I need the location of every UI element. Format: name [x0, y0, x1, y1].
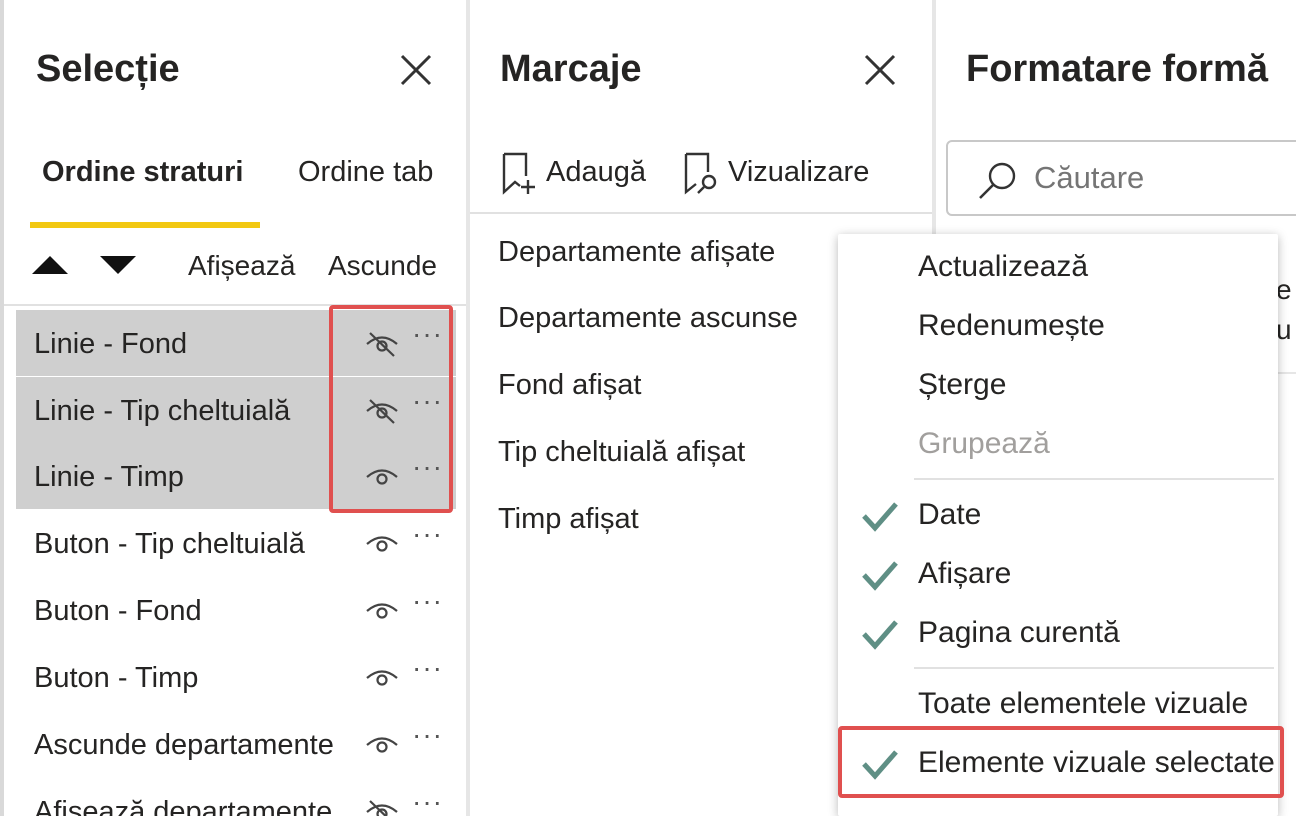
move-down-button[interactable] [98, 252, 138, 278]
bookmark-add-icon [502, 152, 535, 195]
active-tab-indicator [30, 222, 260, 228]
layer-row[interactable]: Ascunde departamente ··· [16, 711, 456, 777]
close-icon [864, 54, 896, 86]
highlight-box-selected-visuals [838, 726, 1284, 798]
menu-item-delete[interactable]: Șterge [838, 356, 1278, 412]
bookmark-item[interactable]: Departamente afișate [498, 236, 775, 269]
bookmark-item[interactable]: Timp afișat [498, 503, 639, 536]
truncated-text: u [1276, 314, 1292, 345]
menu-item-label: Grupează [918, 427, 1050, 460]
view-bookmarks-label: Vizualizare [728, 156, 870, 188]
menu-item-label: Șterge [918, 368, 1007, 401]
layer-label: Buton - Timp [34, 662, 199, 694]
selection-pane-title: Selecție [36, 48, 180, 90]
more-options-icon[interactable]: ··· [412, 719, 443, 751]
checkmark-icon [862, 620, 898, 650]
tab-layer-order[interactable]: Ordine straturi [42, 156, 243, 189]
format-pane-title: Formatare formă [966, 48, 1268, 90]
menu-item-label: Date [918, 498, 982, 531]
layer-row[interactable]: Buton - Timp ··· [16, 644, 456, 710]
more-options-icon[interactable]: ··· [412, 585, 443, 617]
menu-item-all-visuals[interactable]: Toate elementele vizuale [838, 675, 1278, 731]
eye-icon[interactable] [364, 528, 400, 558]
layer-label: Linie - Tip cheltuială [34, 395, 291, 427]
checkmark-icon [862, 561, 898, 591]
layer-label: Linie - Fond [34, 328, 188, 360]
menu-item-update[interactable]: Actualizează [838, 238, 1278, 294]
hide-all-button[interactable]: Ascunde [328, 250, 437, 282]
search-box[interactable] [946, 140, 1296, 216]
bookmark-item[interactable]: Tip cheltuială afișat [498, 436, 745, 469]
menu-item-label: Afișare [918, 557, 1012, 590]
menu-item-display[interactable]: Afișare [838, 545, 1278, 601]
selection-close-button[interactable] [396, 50, 436, 90]
triangle-up-icon [32, 256, 68, 274]
menu-separator [914, 478, 1274, 480]
layer-label: Ascunde departamente [34, 729, 334, 761]
eye-icon[interactable] [364, 595, 400, 625]
layer-label: Linie - Timp [34, 461, 184, 493]
triangle-down-icon [100, 256, 136, 274]
menu-separator [914, 667, 1274, 669]
checkmark-icon [862, 502, 898, 532]
eye-slash-icon[interactable] [364, 796, 400, 816]
menu-item-group: Grupează [838, 415, 1278, 471]
search-icon [979, 162, 1016, 199]
highlight-box-visibility [329, 305, 453, 513]
bookmarks-pane-title: Marcaje [500, 48, 642, 90]
bookmark-item[interactable]: Fond afișat [498, 369, 641, 402]
add-bookmark-label: Adaugă [546, 156, 646, 188]
add-bookmark-button[interactable]: Adaugă [500, 150, 660, 200]
divider [470, 212, 932, 214]
menu-item-label: Actualizează [918, 250, 1089, 283]
close-icon [400, 54, 432, 86]
menu-item-label: Toate elementele vizuale [918, 687, 1249, 720]
tab-tab-order[interactable]: Ordine tab [298, 156, 433, 189]
move-up-button[interactable] [30, 252, 70, 278]
more-options-icon[interactable]: ··· [412, 518, 443, 550]
eye-icon[interactable] [364, 662, 400, 692]
layer-row[interactable]: Buton - Tip cheltuială ··· [16, 510, 456, 576]
menu-item-label: Pagina curentă [918, 616, 1120, 649]
bookmarks-close-button[interactable] [860, 50, 900, 90]
bookmark-item[interactable]: Departamente ascunse [498, 302, 798, 335]
menu-item-rename[interactable]: Redenumește [838, 297, 1278, 353]
bookmark-view-icon [684, 152, 717, 195]
truncated-text: e [1276, 274, 1292, 305]
menu-item-data[interactable]: Date [838, 486, 1278, 542]
eye-icon[interactable] [364, 729, 400, 759]
show-all-button[interactable]: Afișează [188, 250, 295, 282]
layer-label: Afișează departamente [34, 796, 333, 816]
layer-row[interactable]: Buton - Fond ··· [16, 577, 456, 643]
menu-item-label: Redenumește [918, 309, 1105, 342]
search-input[interactable] [1034, 160, 1294, 196]
layer-label: Buton - Tip cheltuială [34, 528, 305, 560]
layer-label: Buton - Fond [34, 595, 202, 627]
view-bookmarks-button[interactable]: Vizualizare [682, 150, 922, 200]
more-options-icon[interactable]: ··· [412, 652, 443, 684]
more-options-icon[interactable]: ··· [412, 786, 443, 816]
menu-item-current-page[interactable]: Pagina curentă [838, 604, 1278, 660]
layer-row[interactable]: Afișează departamente ··· [16, 778, 456, 816]
